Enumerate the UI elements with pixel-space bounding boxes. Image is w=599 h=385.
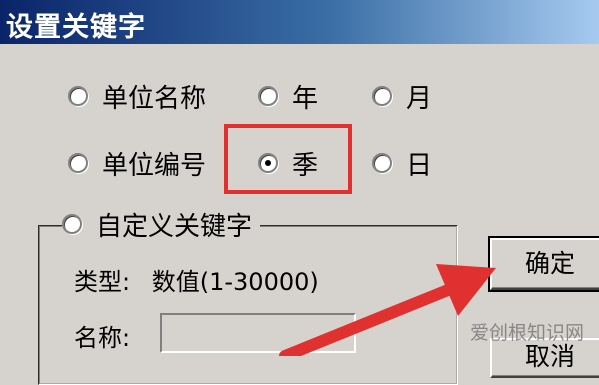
- radio-option-year[interactable]: 年: [258, 76, 318, 116]
- radio-button[interactable]: [372, 153, 392, 173]
- radio-button[interactable]: [68, 86, 88, 106]
- highlight-box: [224, 124, 352, 194]
- ok-button[interactable]: 确定: [488, 236, 599, 292]
- watermark: 爱创根知识网: [470, 322, 585, 344]
- name-label: 名称:: [74, 324, 131, 352]
- radio-button[interactable]: [258, 86, 278, 106]
- radio-option-custom[interactable]: 自定义关键字: [62, 204, 261, 244]
- radio-label: 单位名称: [102, 83, 207, 114]
- type-row: 类型: 数值(1-30000): [74, 262, 319, 297]
- radio-button[interactable]: [62, 214, 82, 234]
- radio-option-day[interactable]: 日: [372, 143, 432, 183]
- radio-option-unit-code[interactable]: 单位编号: [68, 143, 206, 183]
- radio-label: 日: [406, 150, 433, 181]
- window-title: 设置关键字: [6, 12, 146, 43]
- custom-keyword-group: [38, 225, 458, 385]
- radio-button[interactable]: [372, 86, 392, 106]
- radio-option-month[interactable]: 月: [372, 76, 432, 116]
- radio-button[interactable]: [68, 153, 88, 173]
- type-label: 类型:: [74, 268, 131, 296]
- radio-label: 月: [406, 83, 433, 114]
- radio-label: 单位编号: [102, 150, 207, 181]
- title-bar: 设置关键字: [0, 0, 599, 44]
- name-input[interactable]: [160, 313, 356, 353]
- type-value: 数值(1-30000): [151, 268, 319, 296]
- radio-option-unit-name[interactable]: 单位名称: [68, 76, 206, 116]
- radio-label: 自定义关键字: [96, 211, 253, 242]
- radio-label: 年: [292, 83, 319, 114]
